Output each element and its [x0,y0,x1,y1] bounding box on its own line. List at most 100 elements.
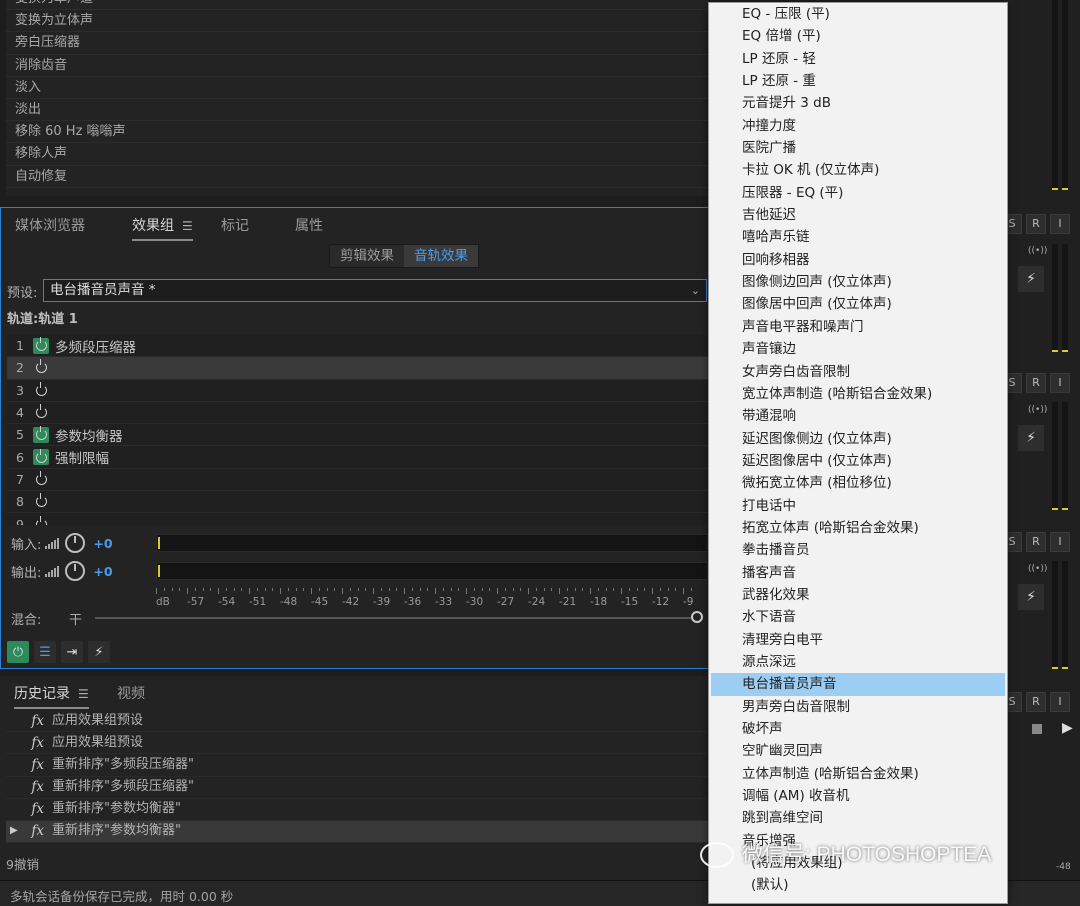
tab-media-browser[interactable]: 媒体浏览器 [15,215,85,235]
dropdown-option[interactable]: 嘻哈声乐链 [709,226,1007,248]
history-item[interactable]: fx 应用效果组预设 [6,710,708,733]
preset-list-item[interactable]: 变换为单声道 [6,0,709,11]
dropdown-option[interactable]: 水下语音 [709,606,1007,628]
input-monitor-button[interactable]: I [1050,692,1070,712]
dropdown-option[interactable]: 压限器 - EQ (平) [709,182,1007,204]
power-icon[interactable] [33,515,49,525]
tab-history[interactable]: 历史记录 ☰ [14,683,89,709]
power-icon[interactable] [33,337,49,354]
stop-icon[interactable] [1032,724,1042,734]
effect-slot[interactable]: 7 [7,469,710,492]
tab-video[interactable]: 视频 [117,683,145,703]
input-gain-value[interactable]: +0 [93,536,112,551]
effect-slot[interactable]: 8 [7,491,710,514]
preset-list-item[interactable]: 变换为立体声 [6,10,709,33]
dropdown-option[interactable]: (默认) [709,874,1007,896]
input-gain-knob[interactable] [65,533,86,553]
preset-select[interactable]: 电台播音员声音 * ⌄ [43,279,707,302]
dropdown-option[interactable]: 破坏声 [709,718,1007,740]
dropdown-option[interactable]: 电台播音员声音 [711,673,1005,696]
lightning-icon[interactable]: ⚡ [1018,266,1044,292]
clip-effects-button[interactable]: 剪辑效果 [330,245,404,267]
dropdown-option[interactable]: 源点深远 [709,651,1007,673]
record-button[interactable]: R [1026,373,1046,393]
lightning-icon[interactable]: ⚡ [1018,425,1044,451]
insert-icon[interactable]: ⇥ [61,641,83,663]
preset-list-item[interactable]: 移除人声 [6,143,709,166]
input-monitor-button[interactable]: I [1050,214,1070,234]
panel-menu-icon[interactable]: ☰ [182,219,193,233]
effect-slot[interactable]: 9 [7,513,710,525]
tab-properties[interactable]: 属性 [295,215,323,235]
power-icon[interactable]: ⏻ [7,641,29,663]
dropdown-option[interactable]: 立体声制造 (哈斯铝合金效果) [709,763,1007,785]
lightning-icon[interactable]: ⚡ [88,641,110,663]
dropdown-option[interactable]: LP 还原 - 重 [709,70,1007,92]
power-icon[interactable] [33,404,49,421]
play-icon[interactable]: ▶ [1062,720,1073,736]
dropdown-option[interactable]: 微拓宽立体声 (相位移位) [709,472,1007,494]
tab-effects-rack[interactable]: 效果组 ☰ [132,215,193,241]
dropdown-option[interactable]: 调幅 (AM) 收音机 [709,785,1007,807]
track-effects-button[interactable]: 音轨效果 [404,245,478,267]
dropdown-option[interactable]: 延迟图像侧边 (仅立体声) [709,428,1007,450]
dropdown-option[interactable]: 武器化效果 [709,584,1007,606]
effect-slot[interactable]: 2 [7,357,710,380]
history-item[interactable]: fx 重新排序"参数均衡器" [6,799,708,821]
list-icon[interactable]: ☰ [34,641,56,663]
history-item[interactable]: ▶ fx 重新排序"参数均衡器" [6,820,708,844]
input-monitor-button[interactable]: I [1050,373,1070,393]
dropdown-option[interactable]: 卡拉 OK 机 (仅立体声) [709,159,1007,181]
mix-slider-track[interactable] [95,617,697,619]
output-gain-knob[interactable] [65,561,86,581]
power-icon[interactable] [33,470,49,487]
dropdown-option[interactable]: 播客声音 [709,562,1007,584]
dropdown-option[interactable]: EQ - 压限 (平) [709,3,1007,25]
effect-slot[interactable]: 1 多频段压缩器 [7,335,710,358]
power-icon[interactable] [33,359,49,376]
record-button[interactable]: R [1026,214,1046,234]
dropdown-option[interactable]: 女声旁白齿音限制 [709,361,1007,383]
effect-slot[interactable]: 5 参数均衡器 [7,424,710,447]
history-item[interactable]: fx 重新排序"多频段压缩器" [6,777,708,799]
dropdown-option[interactable]: 图像侧边回声 (仅立体声) [709,271,1007,293]
dropdown-option[interactable]: 男声旁白齿音限制 [709,696,1007,718]
preset-list-item[interactable]: 移除 60 Hz 嗡嗡声 [6,121,709,144]
preset-list-item[interactable]: 消除齿音 [6,55,709,77]
dropdown-option[interactable]: LP 还原 - 轻 [709,48,1007,70]
dropdown-option[interactable]: 拓宽立体声 (哈斯铝合金效果) [709,517,1007,539]
output-gain-value[interactable]: +0 [93,564,112,579]
tab-markers[interactable]: 标记 [221,215,249,235]
dropdown-option[interactable]: 图像居中回声 (仅立体声) [709,293,1007,315]
preset-list-item[interactable]: 旁白压缩器 [6,32,709,55]
preset-list-item[interactable]: 淡出 [6,99,709,122]
power-icon[interactable] [33,493,49,510]
record-button[interactable]: R [1026,532,1046,552]
dropdown-option[interactable]: 空旷幽灵回声 [709,740,1007,762]
dropdown-option[interactable]: 吉他延迟 [709,204,1007,226]
preset-list-item[interactable]: 自动修复 [6,166,709,188]
history-item[interactable]: fx 应用效果组预设 [6,732,708,755]
dropdown-option[interactable]: 回响移相器 [709,249,1007,271]
input-monitor-button[interactable]: I [1050,532,1070,552]
dropdown-option[interactable]: 医院广播 [709,137,1007,159]
dropdown-option[interactable]: 打电话中 [709,495,1007,517]
mix-slider-thumb[interactable] [691,611,703,623]
power-icon[interactable] [33,448,49,466]
record-button[interactable]: R [1026,692,1046,712]
preset-list-item[interactable]: 淡入 [6,77,709,99]
dropdown-option[interactable]: EQ 倍增 (平) [709,25,1007,47]
dropdown-option[interactable]: 拳击播音员 [709,539,1007,561]
dropdown-option[interactable]: 声音镶边 [709,338,1007,360]
lightning-icon[interactable]: ⚡ [1018,584,1044,610]
dropdown-option[interactable]: 跳到高维空间 [709,807,1007,829]
dropdown-option[interactable]: 带通混响 [709,405,1007,427]
dropdown-option[interactable]: 声音电平器和噪声门 [709,316,1007,338]
dropdown-option[interactable]: 宽立体声制造 (哈斯铝合金效果) [709,383,1007,405]
dropdown-option[interactable]: 冲撞力度 [709,115,1007,137]
panel-menu-icon[interactable]: ☰ [78,687,89,701]
power-icon[interactable] [33,426,49,443]
effect-slot[interactable]: 3 [7,380,710,402]
effect-slot[interactable]: 4 [7,402,710,425]
dropdown-option[interactable]: 清理旁白电平 [709,629,1007,651]
